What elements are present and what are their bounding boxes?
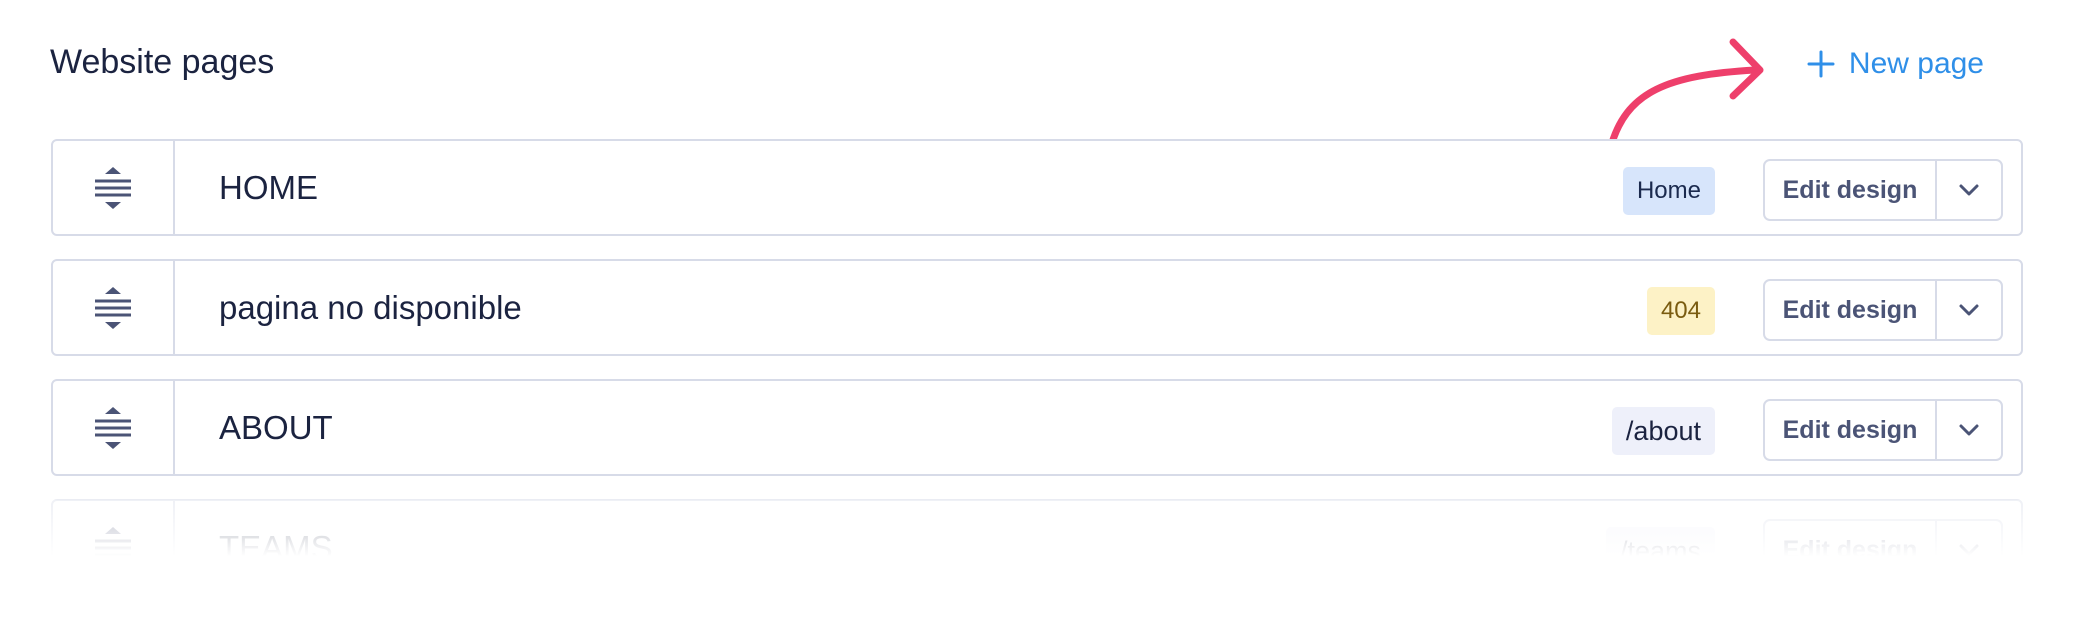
drag-handle-icon [95, 166, 131, 209]
edit-button-group: Edit design [1763, 279, 2003, 341]
drag-handle[interactable] [53, 141, 175, 234]
drag-handle[interactable] [53, 381, 175, 474]
edit-button-group: Edit design [1763, 159, 2003, 221]
edit-design-button[interactable]: Edit design [1765, 521, 1937, 579]
more-options-button[interactable] [1937, 161, 2001, 219]
drag-handle[interactable] [53, 501, 175, 594]
edit-button-group: Edit design [1763, 399, 2003, 461]
page-name: ABOUT [219, 408, 333, 446]
drag-handle-icon [95, 406, 131, 449]
new-page-button[interactable]: New page [1807, 44, 1984, 84]
edit-button-group: Edit design [1763, 519, 2003, 581]
edit-design-button[interactable]: Edit design [1765, 281, 1937, 339]
page-name: TEAMS [219, 528, 333, 566]
drag-handle-icon [95, 526, 131, 569]
drag-handle-icon [95, 286, 131, 329]
more-options-button[interactable] [1937, 401, 2001, 459]
status-badge: Home [1622, 167, 1715, 215]
page-title: Website pages [50, 43, 275, 81]
page-name: pagina no disponible [219, 288, 522, 326]
drag-handle[interactable] [53, 261, 175, 354]
new-page-label: New page [1848, 47, 1984, 80]
chevron-down-icon [1959, 544, 1979, 556]
page-row: TEAMS /teams Edit design [51, 499, 2023, 596]
plus-icon [1807, 50, 1835, 78]
edit-design-button[interactable]: Edit design [1765, 401, 1937, 459]
page-list: HOME Home Edit design pagina no disponib… [51, 139, 2023, 619]
path-badge: /teams [1605, 527, 1715, 575]
more-options-button[interactable] [1937, 281, 2001, 339]
page-row: ABOUT /about Edit design [51, 379, 2023, 476]
page-name: HOME [219, 168, 318, 206]
more-options-button[interactable] [1937, 521, 2001, 579]
chevron-down-icon [1959, 184, 1979, 196]
chevron-down-icon [1959, 424, 1979, 436]
page-row: HOME Home Edit design [51, 139, 2023, 236]
status-badge: 404 [1646, 287, 1715, 335]
path-badge: /about [1611, 407, 1715, 455]
chevron-down-icon [1959, 304, 1979, 316]
edit-design-button[interactable]: Edit design [1765, 161, 1937, 219]
page-row: pagina no disponible 404 Edit design [51, 259, 2023, 356]
